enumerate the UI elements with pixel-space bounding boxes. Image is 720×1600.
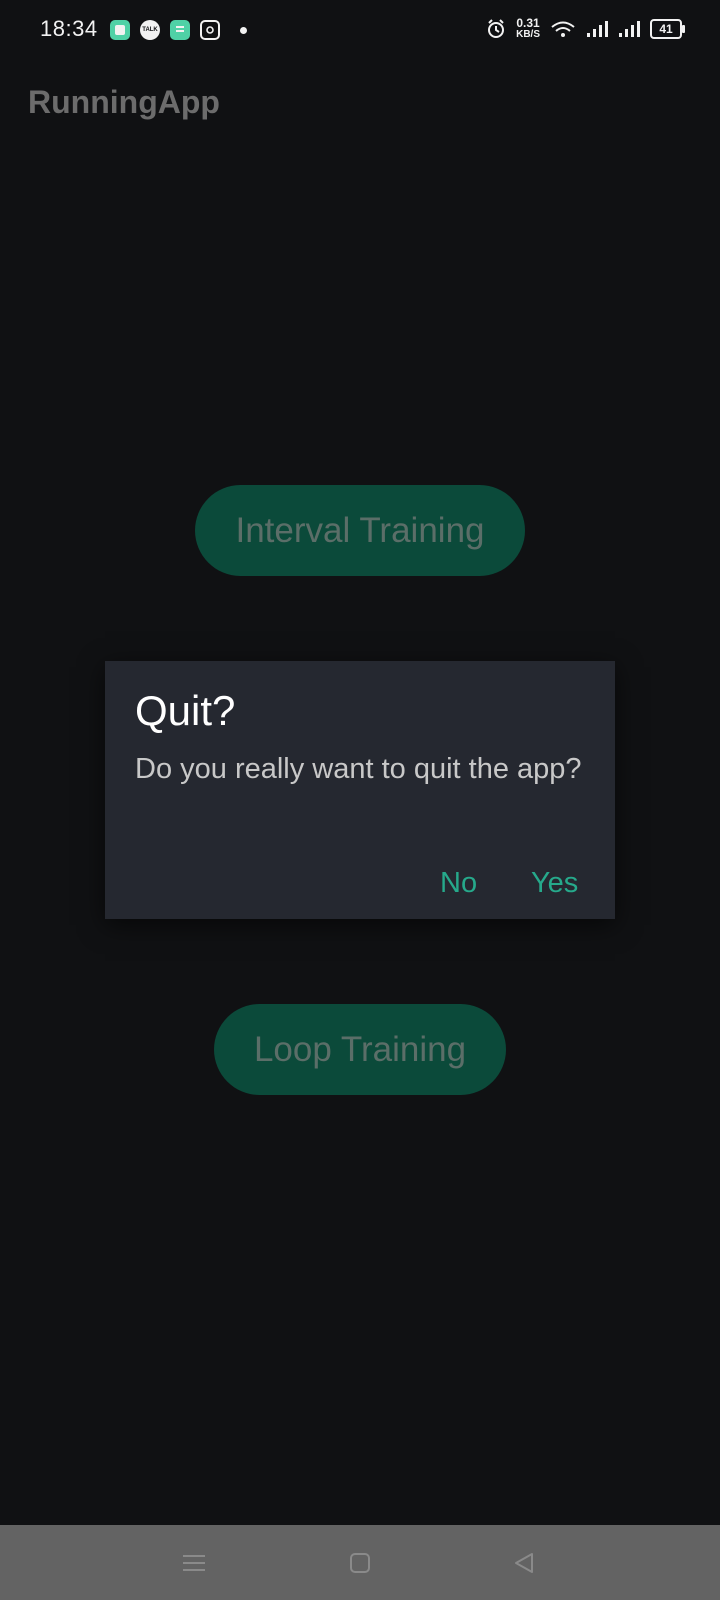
home-icon[interactable] [342, 1545, 378, 1581]
signal-icon [619, 21, 640, 37]
wifi-icon [551, 21, 575, 37]
system-status: 0.31 KB/S 41 [486, 16, 685, 40]
app-title: RunningApp [28, 84, 220, 120]
navigation-bar [0, 1525, 720, 1600]
more-dot-icon [240, 26, 247, 34]
menu-icon[interactable] [176, 1545, 212, 1581]
battery-level: 41 [659, 22, 673, 36]
kakaotalk-icon: TALK [140, 20, 160, 40]
clock: 18:34 [40, 16, 98, 41]
gallery-icon [110, 20, 130, 40]
back-icon[interactable] [506, 1545, 542, 1581]
notes-icon [170, 20, 190, 40]
screen: 18:34 TALK 0.31 KB/S 41 RunningApp Inter… [0, 0, 720, 1600]
net-speed: 0.31 KB/S [516, 16, 540, 40]
yes-button[interactable]: Yes [531, 867, 578, 900]
dialog-title: Quit? [135, 687, 236, 734]
no-button[interactable]: No [440, 867, 477, 900]
interval-training-button[interactable]: Interval Training [195, 485, 525, 576]
net-speed-value: 0.31 [516, 16, 540, 30]
signal-icon [587, 21, 608, 37]
net-speed-unit: KB/S [516, 29, 540, 40]
status-bar: 18:34 TALK 0.31 KB/S 41 [0, 0, 720, 64]
instagram-icon [200, 20, 220, 40]
kakaotalk-label: TALK [142, 27, 158, 33]
quit-dialog: Quit? Do you really want to quit the app… [105, 661, 615, 919]
notification-icons: TALK [110, 20, 247, 40]
loop-training-button[interactable]: Loop Training [214, 1004, 506, 1095]
alarm-icon [488, 19, 505, 38]
dialog-message: Do you really want to quit the app? [135, 753, 582, 785]
battery-icon: 41 [650, 19, 685, 39]
